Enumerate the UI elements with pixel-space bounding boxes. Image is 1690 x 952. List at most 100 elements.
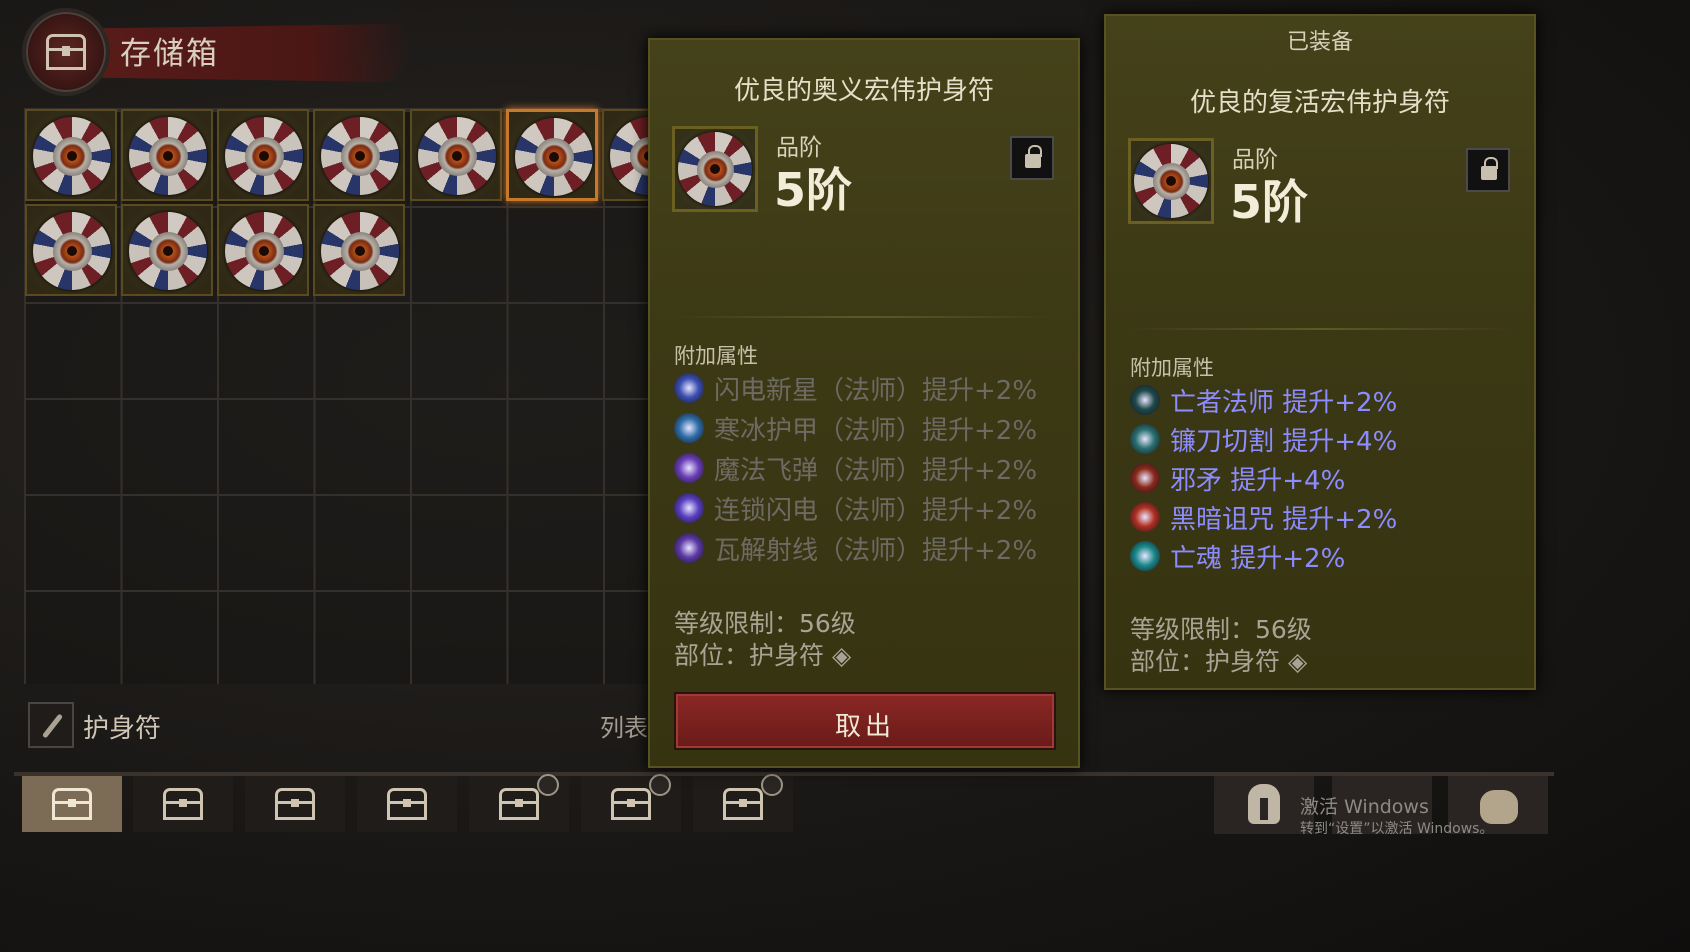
amulet-icon [129, 212, 207, 290]
scythe-icon [1130, 424, 1160, 454]
item-name: 优良的奥义宏伟护身符 [733, 76, 994, 106]
unlock-icon [1481, 157, 1498, 180]
stash-tab-5-timed[interactable] [469, 774, 569, 832]
stash-slot-amulet[interactable] [121, 109, 213, 201]
stash-header: 存储箱 [14, 6, 414, 98]
equipped-affix: 黑暗诅咒 提升+2% [1130, 499, 1397, 535]
amulet-icon [321, 212, 399, 290]
stash-tab-1[interactable] [22, 776, 122, 832]
item-attributes-heading: 附加属性 [674, 344, 758, 368]
clock-icon [649, 774, 671, 796]
equipped-affix: 邪矛 提升+4% [1130, 460, 1345, 496]
stash-tab-7-timed[interactable] [693, 774, 793, 832]
unlock-icon [1025, 145, 1042, 168]
equipment-tab[interactable] [1214, 776, 1314, 834]
frost-armor-icon [674, 413, 704, 443]
equipped-attributes-heading: 附加属性 [1130, 356, 1214, 380]
amulet-icon [33, 117, 111, 195]
feather-icon [41, 713, 64, 739]
equipped-affix-text: 亡者法师 提升+2% [1170, 387, 1398, 418]
stash-title: 存储箱 [120, 36, 219, 72]
stash-tab-4[interactable] [357, 776, 457, 832]
item-affix: 连锁闪电（法师）提升+2% [674, 490, 1037, 526]
equipped-lock-button[interactable] [1466, 148, 1510, 192]
category-filter-button[interactable] [28, 702, 74, 748]
stash-tab-3[interactable] [245, 776, 345, 832]
item-affix-text: 连锁闪电（法师）提升+2% [714, 495, 1038, 526]
amulet-icon [418, 117, 496, 195]
helmet-icon [1248, 784, 1280, 824]
item-affix: 闪电新星（法师）提升+2% [674, 370, 1037, 406]
chest-icon [611, 788, 651, 820]
skeletal-mage-icon [1130, 385, 1160, 415]
chest-icon [723, 788, 763, 820]
amulet-icon [225, 117, 303, 195]
equipped-affix-text: 邪矛 提升+4% [1170, 465, 1346, 496]
amulet-slot-icon: ◈ [824, 641, 852, 670]
equipped-tier-value: 5阶 [1230, 175, 1309, 229]
chest-icon [163, 788, 203, 820]
item-level-requirement: 等级限制：56级 [674, 609, 856, 638]
item-thumbnail [672, 126, 758, 212]
category-label: 护身符 [83, 714, 162, 744]
equipped-affix-text: 黑暗诅咒 提升+2% [1170, 504, 1398, 535]
stash-slot-amulet[interactable] [410, 109, 502, 201]
item-affix-text: 寒冰护甲（法师）提升+2% [714, 415, 1038, 446]
stash-slot-amulet[interactable] [121, 204, 213, 296]
amulet-icon [129, 117, 207, 195]
equipped-level-requirement: 等级限制：56级 [1130, 615, 1312, 644]
amulet-icon [515, 118, 593, 196]
chest-icon [52, 788, 92, 820]
amulet-icon [33, 212, 111, 290]
chain-lightning-icon [674, 493, 704, 523]
amulet-icon [321, 117, 399, 195]
equipped-thumbnail [1128, 138, 1214, 224]
activation-watermark-title: 激活 Windows [1300, 796, 1429, 818]
bone-spear-icon [1130, 463, 1160, 493]
clock-icon [537, 774, 559, 796]
item-affix-text: 瓦解射线（法师）提升+2% [714, 535, 1038, 566]
chest-icon [275, 788, 315, 820]
clock-icon [761, 774, 783, 796]
item-affix: 瓦解射线（法师）提升+2% [674, 530, 1037, 566]
disintegrate-icon [674, 533, 704, 563]
item-slot: 部位：护身符 ◈ [674, 641, 852, 670]
stash-slot-amulet[interactable] [217, 109, 309, 201]
item-tier-value: 5阶 [774, 163, 853, 217]
equipped-affix: 亡魂 提升+2% [1130, 538, 1345, 574]
stash-tab-2[interactable] [133, 776, 233, 832]
item-affix: 魔法飞弹（法师）提升+2% [674, 450, 1037, 486]
stash-slot-amulet[interactable] [25, 204, 117, 296]
item-affix-text: 闪电新星（法师）提升+2% [714, 375, 1038, 406]
activation-watermark-hint: 转到“设置”以激活 Windows。 [1300, 821, 1494, 837]
list-view-button[interactable]: 列表 [600, 708, 648, 743]
stash-slot-amulet[interactable] [313, 109, 405, 201]
equipped-affix: 亡者法师 提升+2% [1130, 382, 1397, 418]
spirit-icon [1130, 541, 1160, 571]
equipped-slot: 部位：护身符 ◈ [1130, 647, 1308, 676]
magic-missile-icon [674, 453, 704, 483]
stash-tab-6-timed[interactable] [581, 774, 681, 832]
chest-icon [499, 788, 539, 820]
take-out-button[interactable]: 取出 [676, 694, 1054, 748]
amulet-icon [1134, 144, 1208, 218]
lightning-nova-icon [674, 373, 704, 403]
equipped-item-name: 优良的复活宏伟护身符 [1189, 88, 1450, 118]
dark-curse-icon [1130, 502, 1160, 532]
equipped-affix-text: 亡魂 提升+2% [1170, 543, 1346, 574]
stash-slot-amulet[interactable] [25, 109, 117, 201]
equipped-header: 已装备 [1286, 30, 1353, 55]
stash-chest-icon [22, 8, 110, 96]
tooltip-divider [1128, 328, 1512, 330]
chest-icon [387, 788, 427, 820]
amulet-icon [678, 132, 752, 206]
equipped-affix-text: 镰刀切割 提升+4% [1170, 426, 1398, 457]
item-lock-button[interactable] [1010, 136, 1054, 180]
amulet-icon [225, 212, 303, 290]
stash-slot-amulet-selected[interactable] [506, 109, 598, 201]
item-affix: 寒冰护甲（法师）提升+2% [674, 410, 1037, 446]
tooltip-divider [672, 316, 1056, 318]
stash-slot-amulet[interactable] [217, 204, 309, 296]
stash-slot-amulet[interactable] [313, 204, 405, 296]
amulet-slot-icon: ◈ [1280, 647, 1308, 676]
